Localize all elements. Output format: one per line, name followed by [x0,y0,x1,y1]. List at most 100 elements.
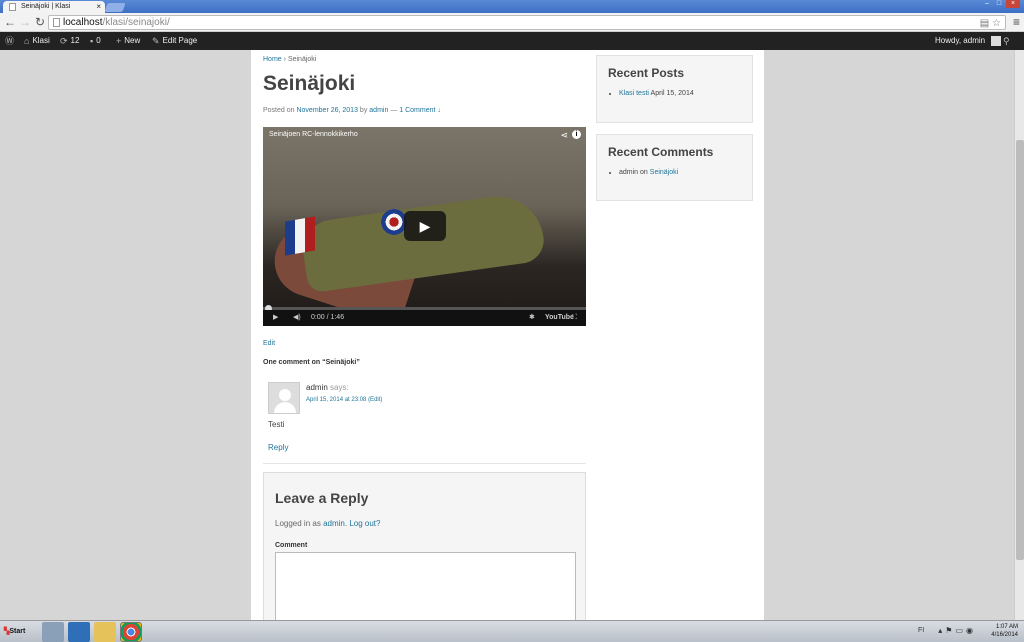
maximize-icon[interactable]: □ [994,0,1004,8]
logged-in-label: Logged in as [275,519,321,528]
updates-icon: ⟳ [60,36,68,46]
comment-text: Testi [268,420,285,429]
play-button[interactable]: ▶ [404,211,446,241]
post-date-link[interactable]: November 26, 2013 [296,107,357,114]
tab-title: Seinäjoki | Klasi [21,3,71,10]
browser-tab[interactable]: Seinäjoki | Klasi × [3,1,105,13]
wordpress-logo-icon[interactable]: Ⓦ [5,32,14,50]
video-controls: ▶ ◀) 0:00 / 1:46 ✱ YouTube ⛶ [263,310,586,326]
windows-taskbar: ▚Start FI ▴⚑▭◉ 1:07 AM 4/16/2014 [0,620,1024,642]
comment-textarea[interactable] [275,552,576,622]
wp-admin-bar: Ⓦ ⌂ Klasi ⟳ 12 ▪ 0 + New ✎ Edit Page Howdy, a… [0,32,1024,50]
reload-icon[interactable]: ↻ [33,15,47,29]
by-label: by [359,107,368,114]
video-thumbnail-flag [285,216,315,256]
back-arrow-icon[interactable]: ← [3,15,17,29]
comment-bubble-icon: ▪ [90,36,94,46]
address-bar[interactable]: localhost/klasi/seinajoki/ ▤ ☆ [48,15,1006,30]
forward-arrow-icon[interactable]: → [18,15,32,29]
page-icon [53,18,60,27]
updates-menu[interactable]: ⟳ 12 [60,32,79,50]
my-account-menu[interactable]: Howdy, admin [935,32,1002,50]
breadcrumb-current: Seinäjoki [287,56,317,63]
howdy-text: Howdy, admin [935,36,986,45]
list-item: Klasi testi April 15, 2014 [619,90,694,97]
recent-comments-title: Recent Comments [608,145,714,159]
url-host: localhost [63,17,103,28]
recent-comments-list: admin on Seinäjoki [619,169,678,176]
browser-toolbar: ← → ↻ localhost/klasi/seinajoki/ ▤ ☆ ≡ [0,13,1024,32]
video-time: 0:00 / 1:46 [311,314,345,321]
updates-count: 12 [70,36,80,45]
comments-menu[interactable]: ▪ 0 [90,32,101,50]
language-indicator[interactable]: FI [918,627,924,634]
avatar-head-icon [279,389,291,401]
settings-gear-icon[interactable]: ✱ [529,310,535,326]
server-manager-icon[interactable] [42,622,64,642]
powershell-icon[interactable] [68,622,90,642]
comments-heading: One comment on “Seinäjoki” [263,359,360,366]
comments-count-link[interactable]: 1 Comment ↓ [399,107,441,114]
edit-post-link[interactable]: Edit [263,340,275,347]
scrollbar-thumb[interactable] [1016,140,1024,560]
youtube-video-player[interactable]: Seinäjoen RC-lennokkikerho ⋖ i ▶ ▶ ◀) 0:… [263,127,586,326]
comment-edit-link[interactable]: (Edit) [368,397,382,403]
recent-post-date: April 15, 2014 [650,90,694,97]
youtube-logo[interactable]: YouTube [545,310,574,326]
tray-icons[interactable]: ▴⚑▭◉ [938,626,976,635]
share-icon[interactable]: ⋖ [560,130,568,141]
site-name-menu[interactable]: ⌂ Klasi [24,32,50,50]
window-controls: – □ × [982,0,1020,8]
page-scrollbar[interactable] [1014,50,1024,620]
plus-icon: + [116,36,122,46]
meta-dash: — [390,107,398,114]
recent-post-link[interactable]: Klasi testi [619,90,649,97]
logged-in-period: . [344,519,348,528]
file-explorer-icon[interactable] [94,622,116,642]
breadcrumb: Home › Seinäjoki [263,56,316,63]
new-label: New [124,36,141,45]
volume-icon[interactable]: ◀) [293,310,301,326]
breadcrumb-home-link[interactable]: Home [263,56,282,63]
start-button[interactable]: ▚Start [1,623,29,641]
comments-divider [263,463,586,464]
new-tab-button[interactable] [104,3,126,12]
close-window-icon[interactable]: × [1006,0,1020,8]
browser-tabstrip: Seinäjoki | Klasi × – □ × [0,0,1024,13]
comment-reply-link[interactable]: Reply [268,443,288,452]
close-tab-icon[interactable]: × [96,2,101,11]
bookmark-star-icon[interactable]: ▤ ☆ [980,17,1001,30]
minimize-icon[interactable]: – [982,0,992,8]
list-item: admin on Seinäjoki [619,169,678,176]
author-link[interactable]: admin [369,107,388,114]
edit-page-menu[interactable]: ✎ Edit Page [152,32,197,50]
small-play-icon[interactable]: ▶ [273,310,278,326]
comment-label: Comment [275,542,308,549]
recent-posts-title: Recent Posts [608,66,685,80]
posted-on-label: Posted on [263,107,295,114]
tray-clock[interactable]: 1:07 AM 4/16/2014 [991,623,1018,639]
fullscreen-icon[interactable]: ⛶ [572,310,577,326]
info-icon[interactable]: i [572,130,581,139]
chrome-taskbar-icon[interactable] [120,622,142,642]
recent-comment-author: admin [619,169,639,176]
site-name: Klasi [32,36,50,45]
search-icon[interactable]: ⚲ [1003,32,1010,50]
recent-comments-widget: Recent Comments admin on Seinäjoki [596,134,753,201]
new-content-menu[interactable]: + New [116,32,140,50]
home-icon: ⌂ [24,36,30,46]
start-label: Start [9,628,26,635]
page-favicon-icon [9,3,16,11]
video-title[interactable]: Seinäjoen RC-lennokkikerho [269,131,358,138]
clock-time: 1:07 AM [995,624,1018,630]
logout-link[interactable]: Log out? [349,519,380,528]
chrome-menu-icon[interactable]: ≡ [1013,15,1020,29]
logged-in-user-link[interactable]: admin [323,519,345,528]
comment-date-link[interactable]: April 15, 2014 at 23:08 [306,397,366,403]
logged-in-line: Logged in as admin. Log out? [275,519,380,528]
clock-date: 4/16/2014 [991,632,1018,638]
reply-form: Leave a Reply Logged in as admin. Log ou… [263,472,586,622]
recent-comment-post-link[interactable]: Seinäjoki [650,169,678,176]
post-meta: Posted on November 26, 2013 by admin — 1… [263,107,441,114]
recent-posts-widget: Recent Posts Klasi testi April 15, 2014 [596,55,753,123]
